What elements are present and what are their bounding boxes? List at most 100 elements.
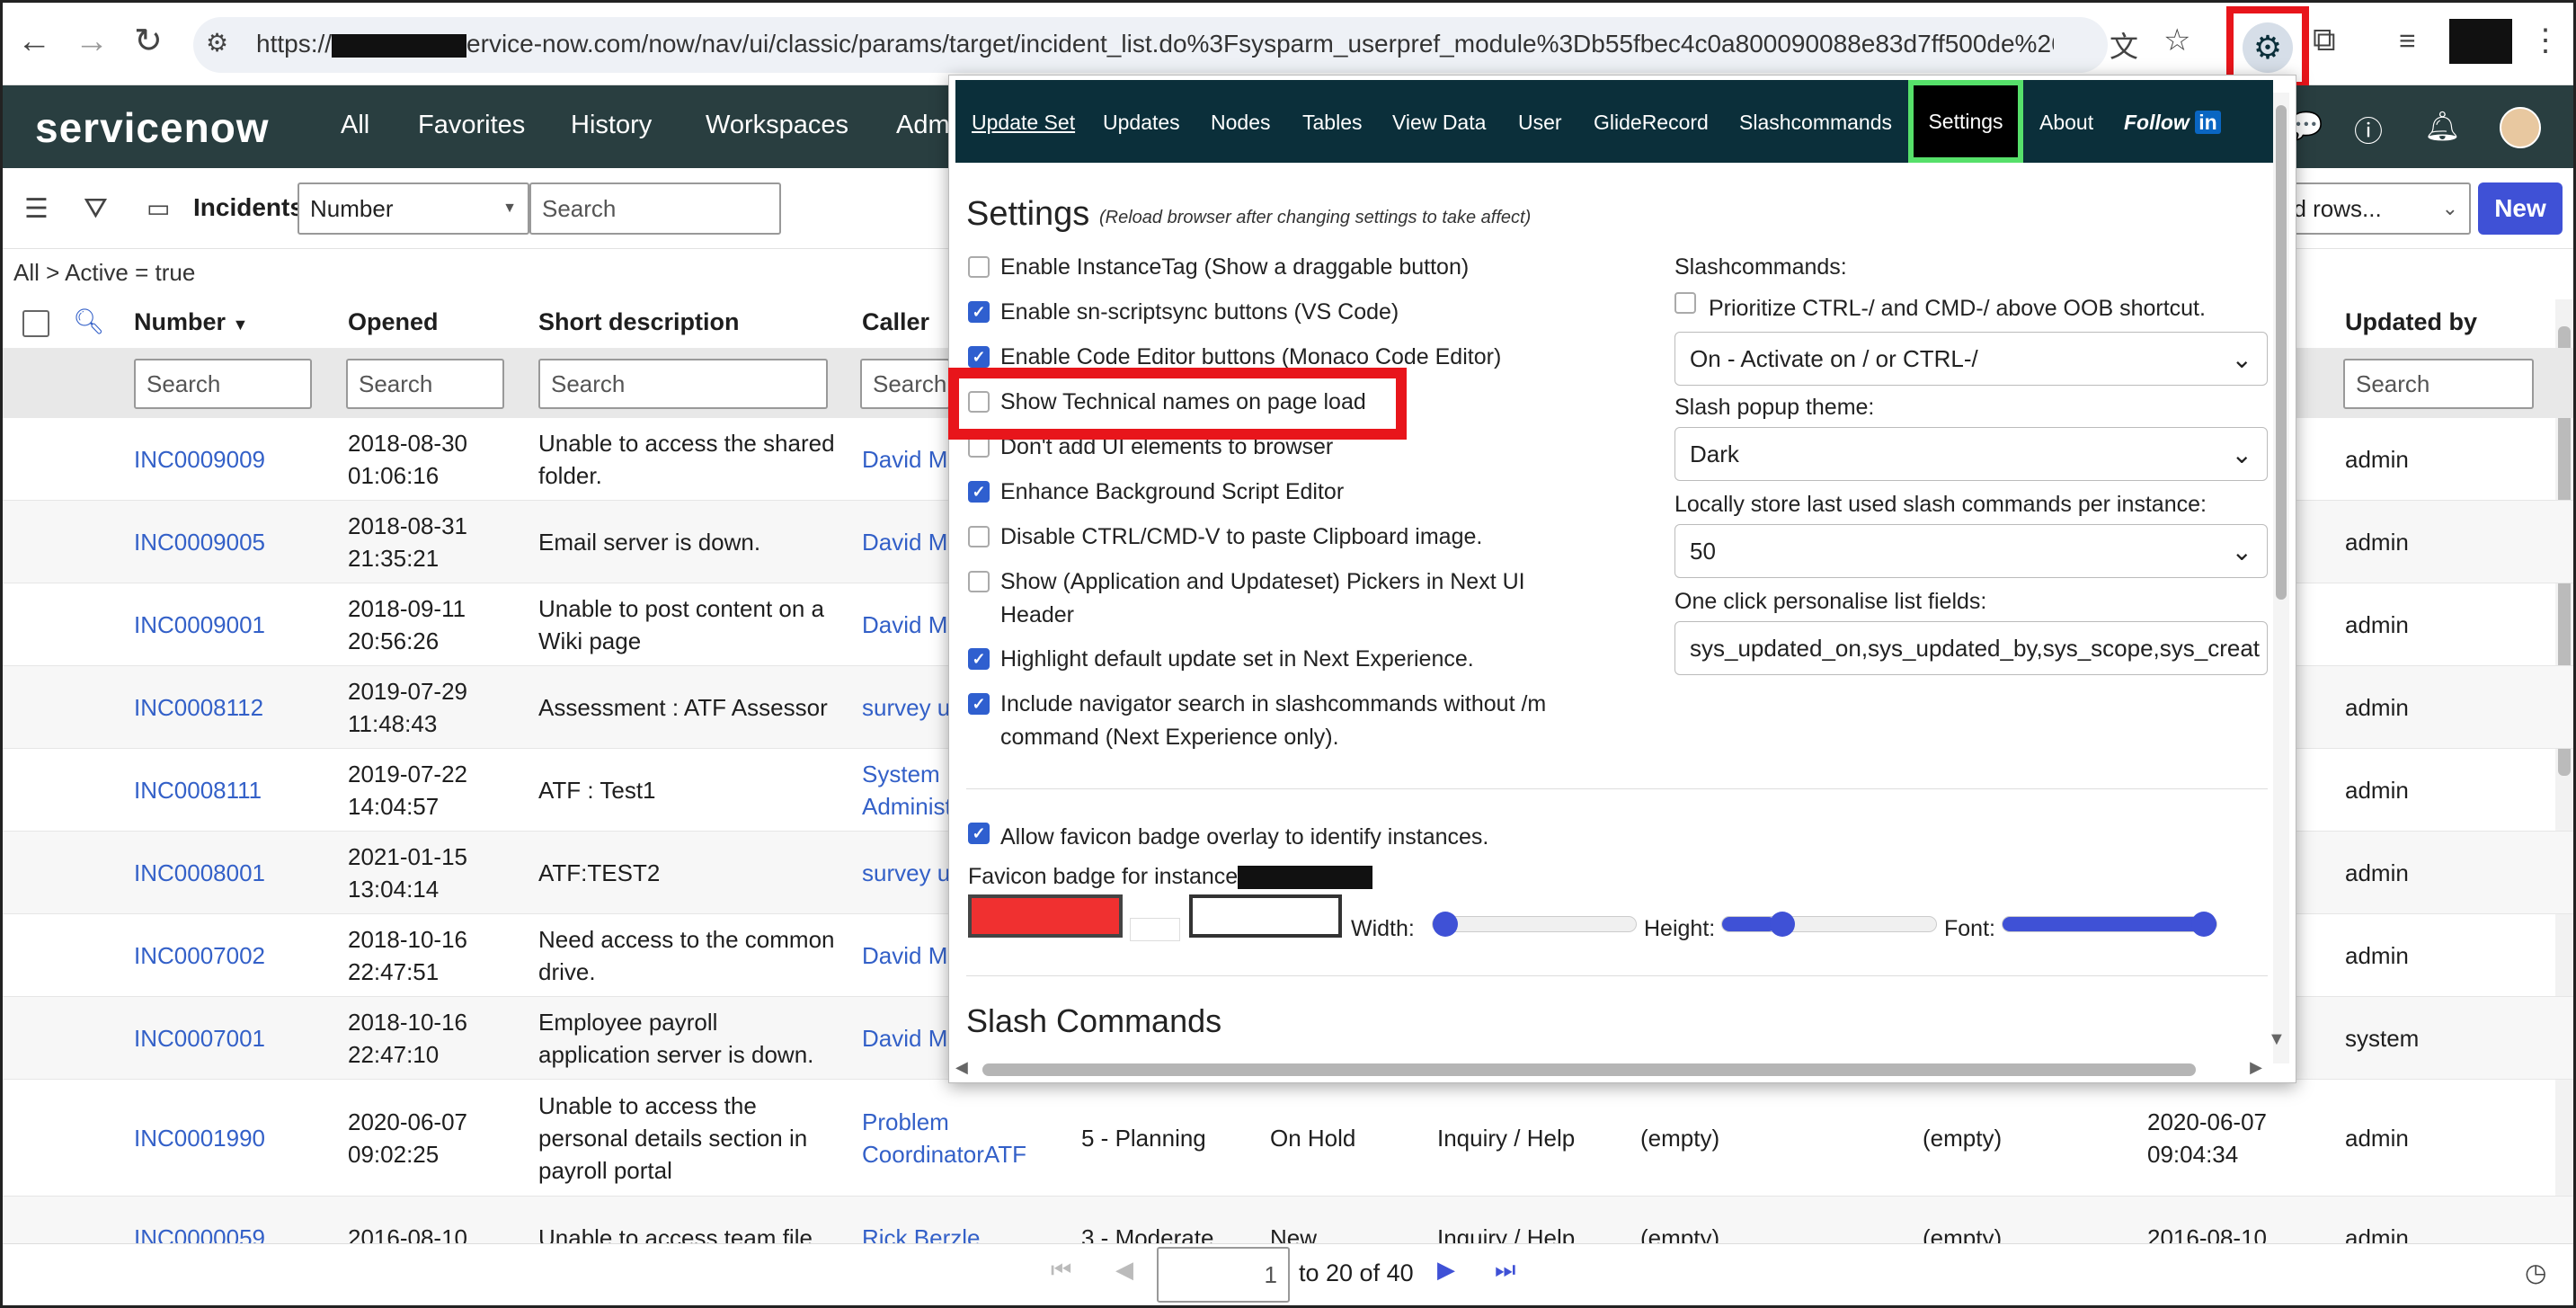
bookmark-star-icon[interactable]: ☆ [2163,22,2190,58]
height-slider[interactable] [1721,912,1937,937]
incident-number-link[interactable]: INC0009001 [134,609,265,641]
column-search-icon[interactable]: 🔍︎ [73,307,105,336]
col-opened[interactable]: Opened [348,308,439,336]
caller-link[interactable]: System Administ [862,758,952,823]
site-settings-icon[interactable]: ⚙ [206,28,228,58]
caller-link[interactable]: David M [862,939,947,972]
incident-number-link[interactable]: INC0001990 [134,1122,265,1154]
caller-link[interactable]: David M [862,609,947,641]
incident-number-link-line[interactable]: INC0009005 [134,526,265,558]
caller-link-line[interactable]: Problem [862,1106,1026,1138]
search-description-input[interactable]: Search [538,359,828,409]
profile-redacted[interactable] [2449,19,2512,64]
col-updated-by[interactable]: Updated by [2345,308,2477,336]
setting-checkbox[interactable]: ✓ [968,481,990,503]
incident-number-link[interactable]: INC0009009 [134,443,265,476]
incident-number-link[interactable]: INC0008111 [134,774,262,806]
setting-checkbox[interactable] [968,526,990,547]
media-queue-icon[interactable]: ≡ [2399,24,2416,58]
incident-number-link-line[interactable]: INC0008111 [134,774,262,806]
search-number-input[interactable]: Search [134,359,312,409]
setting-checkbox[interactable]: ✓ [968,693,990,715]
favicon-badge-checkbox[interactable]: ✓ [968,823,990,844]
extensions-puzzle-icon[interactable]: ⧉ [2313,21,2336,59]
prioritize-checkbox[interactable] [1674,292,1696,314]
nav-history[interactable]: History [571,111,652,140]
scroll-down-arrow-icon[interactable]: ▼ [2268,1029,2286,1050]
setting-checkbox[interactable]: ✓ [968,648,990,670]
nav-all[interactable]: All [341,111,369,140]
incident-number-link-line[interactable]: INC0001990 [134,1122,265,1154]
popup-horizontal-scrollbar[interactable]: ◀ ▶ [955,1058,2268,1078]
caller-link-line[interactable]: David M [862,939,947,972]
badge-color-picker[interactable] [968,894,1123,938]
incident-number-link-line[interactable]: INC0007002 [134,939,265,972]
popup-vertical-scrollbar[interactable] [2273,93,2289,1063]
last-page-icon[interactable]: ⏭ [1495,1256,1515,1285]
caller-link-line[interactable]: survey u [862,691,950,724]
slider-knob[interactable] [1433,912,1458,937]
incident-number-link-line[interactable]: INC0009009 [134,443,265,476]
tab-follow[interactable]: Follow in [2124,111,2221,135]
actions-select[interactable]: ed rows... ⌄ [2268,182,2471,235]
incident-number-link-line[interactable]: INC0007001 [134,1022,265,1054]
slider-knob[interactable] [2191,912,2216,937]
setting-checkbox[interactable]: ✓ [968,301,990,323]
browser-menu-icon[interactable]: ⋮ [2530,22,2561,58]
list-menu-icon[interactable]: ☰ [24,193,49,225]
breadcrumb[interactable]: All > Active = true [13,259,195,287]
search-opened-input[interactable]: Search [346,359,504,409]
nav-workspaces[interactable]: Workspaces [706,111,848,140]
caller-link[interactable]: survey u [862,857,950,889]
incident-number-link[interactable]: INC0008001 [134,857,265,889]
tab-update-set[interactable]: Update Set [972,111,1075,135]
store-count-select[interactable]: 50 ⌄ [1674,524,2268,578]
caller-link[interactable]: David M [862,1022,947,1054]
new-button[interactable]: New [2478,182,2563,235]
select-all-checkbox[interactable] [22,310,49,337]
caller-link[interactable]: David M [862,443,947,476]
theme-select[interactable]: Dark ⌄ [1674,427,2268,481]
incident-number-link[interactable]: INC0008112 [134,691,263,724]
search-field-select[interactable]: Number ▼ [298,182,529,235]
incident-number-link-line[interactable]: INC0009001 [134,609,265,641]
avatar[interactable] [2500,107,2541,148]
help-icon[interactable]: ⓘ [2354,109,2383,150]
search-caller-input[interactable]: Search [860,359,950,409]
incident-number-link[interactable]: INC0009005 [134,526,265,558]
tab-nodes[interactable]: Nodes [1211,111,1270,135]
font-slider[interactable] [2002,912,2217,937]
slash-activation-select[interactable]: On - Activate on / or CTRL-/⌄ [1674,332,2268,386]
incident-number-link-line[interactable]: INC0008001 [134,857,265,889]
caller-link[interactable]: David M [862,526,947,558]
setting-checkbox[interactable] [968,256,990,278]
prev-page-icon[interactable]: ◀ [1115,1256,1133,1284]
caller-link[interactable]: Problem CoordinatorATF [862,1106,1026,1170]
setting-checkbox[interactable] [968,571,990,592]
servicenow-logo[interactable]: servicenow [35,103,270,152]
tab-about[interactable]: About [2039,111,2093,135]
back-icon[interactable]: ← [17,22,51,61]
caller-link-line[interactable]: David M [862,526,947,558]
first-page-icon[interactable]: ⏮ [1051,1256,1071,1285]
tab-gliderecord[interactable]: GlideRecord [1594,111,1709,135]
incident-number-link[interactable]: INC0007002 [134,939,265,972]
forward-icon[interactable]: → [75,22,109,61]
notifications-bell-icon[interactable]: 🔔︎ [2424,109,2461,143]
col-number[interactable]: Number ▼ [134,308,248,336]
nav-favorites[interactable]: Favorites [418,111,525,140]
nav-admin[interactable]: Adm [896,111,950,140]
response-time-icon[interactable]: ◷ [2525,1258,2546,1287]
badge-text-color-picker[interactable] [1189,894,1342,938]
caller-link-line[interactable]: David M [862,443,947,476]
col-caller[interactable]: Caller [862,308,929,336]
tab-view-data[interactable]: View Data [1392,111,1486,135]
tab-settings[interactable]: Settings [1908,80,2023,163]
page-number-input[interactable]: 1 [1157,1247,1290,1303]
caller-link-line[interactable]: David M [862,1022,947,1054]
caller-link[interactable]: survey u [862,691,950,724]
caller-link-line[interactable]: System [862,758,952,790]
sn-utils-extension-icon[interactable]: ⚙ [2243,22,2293,73]
width-slider[interactable] [1432,912,1637,937]
badge-text-input[interactable] [1130,918,1180,941]
